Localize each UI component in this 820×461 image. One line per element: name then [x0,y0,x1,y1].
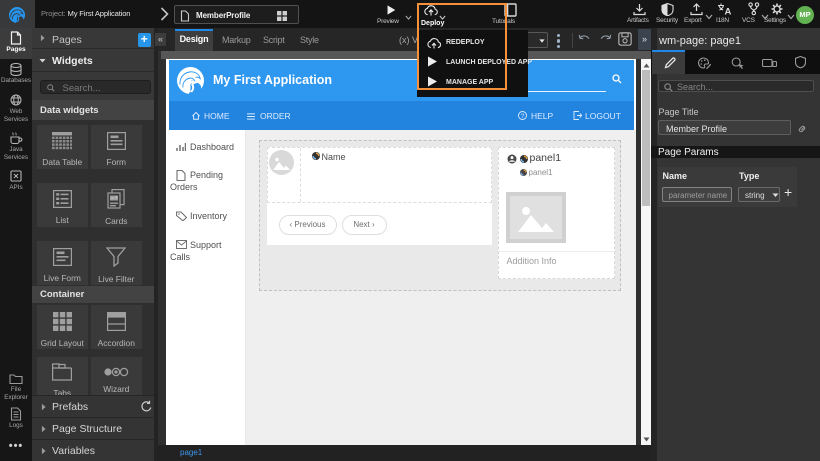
svg-text:?: ? [521,113,525,120]
svg-text:A: A [725,7,732,17]
